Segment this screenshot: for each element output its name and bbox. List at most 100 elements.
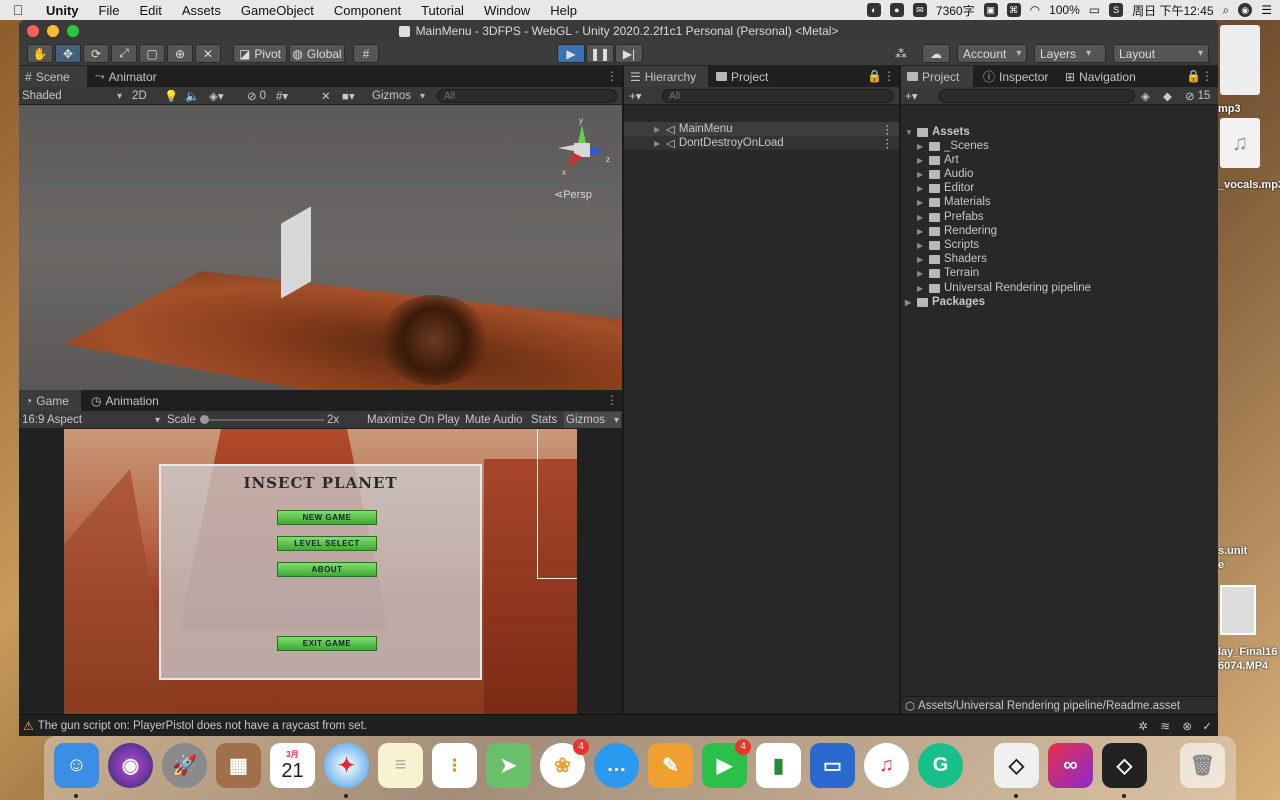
minimize-window-button[interactable]	[47, 25, 59, 37]
scale-slider-thumb[interactable]	[200, 415, 209, 424]
video-file-icon[interactable]	[1220, 585, 1256, 635]
filter-type-icon[interactable]: ◈	[1141, 88, 1150, 104]
expand-arrow-icon[interactable]: ▶	[917, 284, 925, 293]
notebook-app-icon[interactable]: ▦	[216, 743, 261, 788]
fullscreen-window-button[interactable]	[67, 25, 79, 37]
project-folder[interactable]: ▶ Materials	[917, 195, 991, 209]
about-button[interactable]: ABOUT	[277, 562, 377, 577]
status-app-icon[interactable]: ⌘	[1006, 3, 1021, 17]
project-folder-packages[interactable]: ▶ Packages	[905, 295, 985, 309]
finder-icon[interactable]: ☺	[54, 743, 99, 798]
shading-dropdown[interactable]: Shaded	[22, 88, 122, 104]
expand-arrow-icon[interactable]: ▶	[917, 142, 925, 151]
music-icon[interactable]: ♫	[864, 743, 909, 788]
scale-slider[interactable]	[200, 412, 324, 428]
gizmos-dropdown[interactable]: Gizmos	[372, 88, 425, 104]
unity-hub-icon[interactable]: ◇	[994, 743, 1039, 798]
game-viewport[interactable]: INSECT PLANET NEW GAME LEVEL SELECT ABOU…	[19, 429, 622, 718]
messages-icon[interactable]: …	[594, 743, 639, 788]
hierarchy-item-dontdestroyonload[interactable]: ▶ ◁ DontDestroyOnLoad ⋮	[624, 136, 899, 150]
audio-icon[interactable]: 🔈	[185, 88, 199, 104]
clock[interactable]: 周日 下午12:45	[1132, 2, 1213, 19]
menu-app-name[interactable]: Unity	[36, 3, 89, 18]
collab-icon[interactable]: ⁂	[887, 44, 915, 63]
apple-icon[interactable]: 	[0, 2, 36, 18]
orientation-gizmo[interactable]: y x z	[552, 117, 612, 177]
expand-arrow-icon[interactable]: ▶	[917, 184, 925, 193]
layers-dropdown[interactable]: Layers	[1034, 44, 1106, 63]
tools-icon[interactable]: ✕	[321, 88, 331, 104]
move-tool-button[interactable]: ✥	[55, 44, 81, 63]
project-folder[interactable]: ▶ Rendering	[917, 224, 997, 238]
hierarchy-search-input[interactable]	[662, 89, 894, 103]
menu-component[interactable]: Component	[324, 3, 411, 18]
expand-arrow-icon[interactable]: ▶	[917, 241, 925, 250]
stats-toggle[interactable]: Stats	[531, 412, 557, 428]
menu-help[interactable]: Help	[540, 3, 587, 18]
search-icon[interactable]: ⌕	[1223, 3, 1230, 18]
step-button[interactable]: ▶|	[615, 44, 643, 63]
numbers-icon[interactable]: ▮	[756, 743, 801, 788]
game-canvas[interactable]: INSECT PLANET NEW GAME LEVEL SELECT ABOU…	[64, 429, 577, 718]
tab-animator[interactable]: ⤳ Animator	[89, 66, 165, 87]
safari-icon[interactable]: ✦	[324, 743, 369, 798]
grid-visibility-icon[interactable]: #▾	[276, 88, 288, 104]
tab-hierarchy[interactable]: ☰ Hierarchy	[624, 66, 708, 87]
desktop-file-label[interactable]: 6074.MP4	[1218, 660, 1268, 672]
keynote-icon[interactable]: ▭	[810, 743, 855, 788]
project-search-input[interactable]	[939, 89, 1135, 103]
expand-arrow-icon[interactable]: ▶	[917, 213, 925, 222]
unity-editor-icon[interactable]: ◇	[1102, 743, 1147, 798]
status-app-icon[interactable]: ◐	[866, 3, 881, 17]
rect-tool-button[interactable]: ▢	[139, 44, 165, 63]
creative-cloud-icon[interactable]: ∞	[1048, 743, 1093, 788]
hidden-packages-toggle[interactable]: ⊘ 15	[1185, 88, 1210, 104]
expand-arrow-icon[interactable]: ▶	[917, 170, 925, 179]
effects-icon[interactable]: ◈▾	[209, 88, 224, 104]
expand-arrow-icon[interactable]: ▶	[917, 255, 925, 264]
filter-label-icon[interactable]: ◆	[1163, 88, 1172, 104]
status-app-icon[interactable]: ▣	[983, 3, 998, 17]
tab-project[interactable]: Project	[710, 66, 782, 87]
desktop-file-label[interactable]: s.unit	[1218, 545, 1247, 557]
project-folder[interactable]: ▶ Shaders	[917, 252, 987, 266]
desktop-file-label[interactable]: _vocals.mp3	[1218, 179, 1280, 191]
console-message[interactable]: The gun script on: PlayerPistol does not…	[38, 720, 367, 732]
exit-game-button[interactable]: EXIT GAME	[277, 636, 377, 651]
progress-icon[interactable]: ⊗	[1182, 719, 1192, 733]
panel-menu-icon[interactable]: ⋮	[1201, 69, 1213, 83]
notes-icon[interactable]: ≡	[378, 743, 423, 788]
toggle-2d-button[interactable]: 2D	[132, 88, 147, 104]
status-app-icon[interactable]: ●	[889, 3, 904, 17]
window-titlebar[interactable]: MainMenu - 3DFPS - WebGL - Unity 2020.2.…	[19, 20, 1218, 42]
layout-dropdown[interactable]: Layout	[1113, 44, 1209, 63]
hidden-objects-toggle[interactable]: ⊘ 0	[247, 88, 266, 104]
battery-percent[interactable]: 100%	[1049, 3, 1080, 17]
game-gizmos-dropdown[interactable]: Gizmos	[564, 412, 622, 428]
expand-arrow-icon[interactable]: ▶	[917, 198, 925, 207]
menu-gameobject[interactable]: GameObject	[231, 3, 324, 18]
lock-icon[interactable]: 🔒	[867, 69, 882, 83]
expand-arrow-icon[interactable]: ▶	[917, 269, 925, 278]
lock-icon[interactable]: 🔒	[1186, 69, 1201, 83]
siri-icon[interactable]: ◉	[108, 743, 153, 788]
account-dropdown[interactable]: Account	[957, 44, 1027, 63]
item-menu-icon[interactable]: ⋮	[882, 122, 894, 136]
status-app-icon[interactable]: ✉	[912, 3, 927, 17]
panel-menu-icon[interactable]: ⋮	[606, 69, 618, 83]
project-folder[interactable]: ▶ Art	[917, 153, 959, 167]
battery-icon[interactable]: ▭	[1089, 3, 1100, 17]
desktop-file-icon[interactable]	[1220, 25, 1260, 95]
maximize-on-play-toggle[interactable]: Maximize On Play	[367, 412, 460, 428]
level-select-button[interactable]: LEVEL SELECT	[277, 536, 377, 551]
cache-server-icon[interactable]: ≋	[1160, 719, 1170, 733]
project-folder[interactable]: ▶ Audio	[917, 167, 973, 181]
desktop-file-label[interactable]: mp3	[1218, 103, 1241, 115]
panel-menu-icon[interactable]: ⋮	[606, 393, 618, 407]
siri-icon[interactable]: ◉	[1238, 3, 1253, 17]
tab-inspector[interactable]: ⓘ Inspector	[977, 66, 1057, 87]
tab-navigation[interactable]: ⊞ Navigation	[1059, 66, 1157, 87]
tab-game[interactable]: ◔ Game	[19, 390, 81, 411]
wifi-icon[interactable]: ◠	[1030, 3, 1040, 17]
project-folder[interactable]: ▶ Universal Rendering pipeline	[917, 281, 1091, 295]
